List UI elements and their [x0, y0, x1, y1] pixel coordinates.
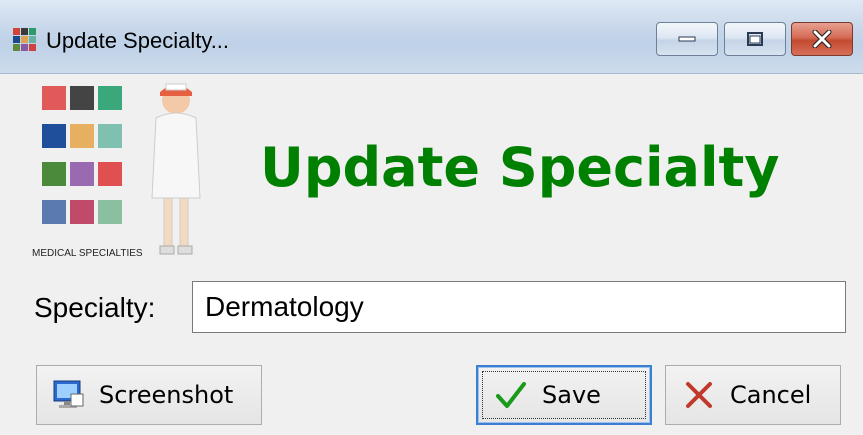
page-title: Update Specialty	[260, 136, 780, 199]
cancel-label: Cancel	[730, 381, 812, 409]
update-specialty-window: Update Specialty... MEDICAL SPECIALTIES …	[0, 0, 863, 435]
cancel-button[interactable]: Cancel	[665, 365, 841, 425]
cancel-x-icon	[686, 382, 712, 408]
app-icon	[13, 28, 36, 51]
screenshot-button[interactable]: Screenshot	[36, 365, 262, 425]
specialty-label: Specialty:	[34, 292, 156, 323]
save-label: Save	[542, 381, 601, 409]
maximize-icon	[747, 32, 763, 46]
check-icon	[496, 382, 526, 408]
close-button[interactable]	[791, 22, 853, 56]
medical-specialties-logo: MEDICAL SPECIALTIES	[32, 83, 201, 259]
dialog-body: MEDICAL SPECIALTIES Update Specialty Spe…	[0, 74, 863, 435]
screenshot-label: Screenshot	[99, 381, 234, 409]
minimize-icon	[678, 36, 696, 42]
close-icon	[812, 30, 832, 48]
save-button[interactable]: Save	[476, 365, 652, 425]
maximize-button[interactable]	[724, 22, 786, 56]
title-bar[interactable]: Update Specialty...	[0, 0, 863, 74]
screenshot-icon	[53, 380, 84, 408]
specialty-input[interactable]	[192, 281, 846, 333]
window-title: Update Specialty...	[46, 28, 230, 53]
logo-caption: MEDICAL SPECIALTIES	[32, 248, 143, 259]
minimize-button[interactable]	[656, 22, 718, 56]
